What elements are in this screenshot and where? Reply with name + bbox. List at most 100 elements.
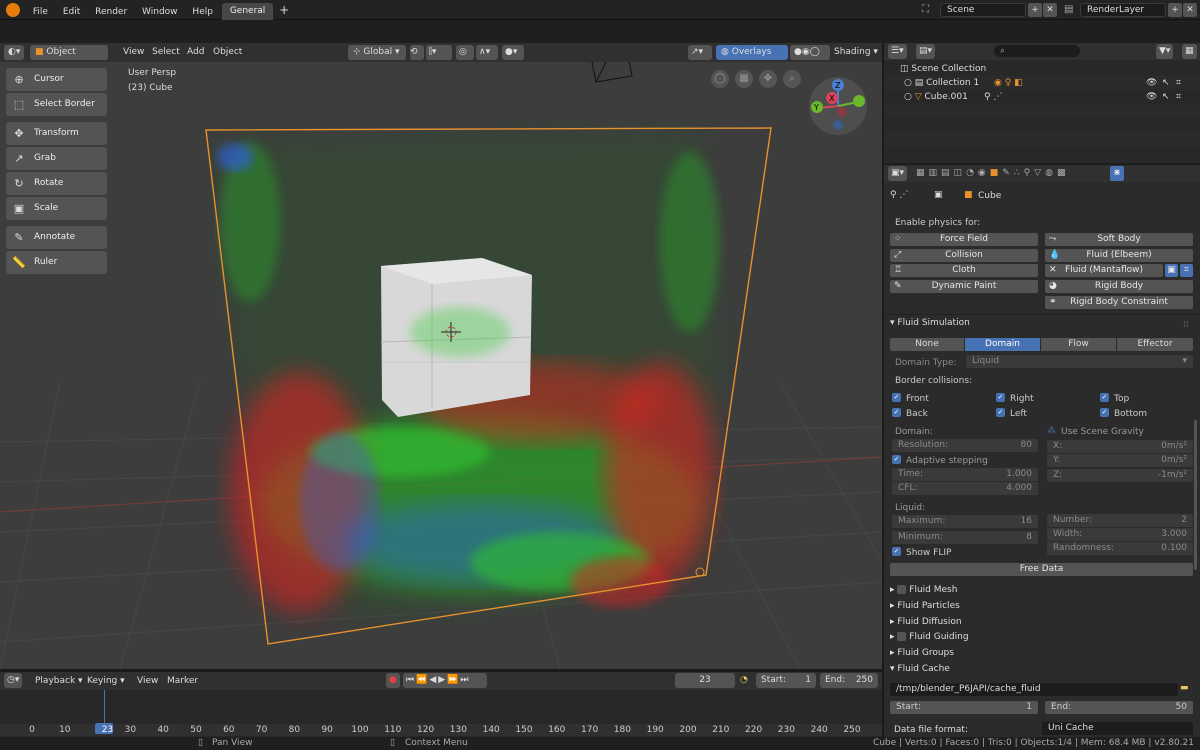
filter-icon[interactable]: ▼▾ [1156,44,1174,59]
play-icon[interactable]: ▶ [438,675,447,685]
fluid-mesh-checkbox[interactable] [897,585,907,594]
fluid-mesh-panel[interactable]: ▸ Fluid Mesh [890,583,957,597]
minimum-field[interactable]: Minimum: 8 [892,531,1038,544]
menu-object[interactable]: Object [213,46,242,59]
force-field-button[interactable]: ⁘ Force Field [890,233,1038,246]
texture-tab-icon[interactable]: ▩ [1057,168,1070,178]
navigation-gizmo[interactable]: Z Y X [808,76,868,136]
menu-playback[interactable]: Playback ▾ [35,675,83,688]
pan-view-icon[interactable]: ✥ [759,70,777,88]
show-flip-checkbox[interactable]: ✓ [892,547,901,556]
cube-object[interactable] [380,258,532,417]
cache-start-field[interactable]: Start: 1 [890,701,1038,714]
top-checkbox[interactable]: ✓ [1100,393,1109,402]
cache-end-field[interactable]: End: 50 [1045,701,1193,714]
outliner-collection-row[interactable]: ○ ▤ Collection 1 ◉ ♀ ◧ 👁 ↖ ⌗ [884,76,1200,90]
menu-window[interactable]: Window [136,2,184,22]
menu-add[interactable]: Add [187,46,204,59]
width-field[interactable]: Width: 3.000 [1047,528,1193,541]
timeline-area[interactable]: 0 10 23 30 40 50 60 70 80 90 100 110 120 130 140 150 160… [0,690,882,737]
tool-scale[interactable]: ▣ Scale [6,197,107,220]
play-reverse-icon[interactable]: ◀ [429,675,438,685]
pin-icon[interactable]: ⚲ ⋰ [890,190,908,200]
world-tab-icon[interactable]: ◉ [978,168,990,178]
fluid-guiding-checkbox[interactable] [897,632,907,641]
gravity-z-field[interactable]: Z: -1m/s² [1047,469,1193,482]
modifier-tab-icon[interactable]: ✎ [1002,168,1014,178]
right-checkbox[interactable]: ✓ [996,393,1005,402]
timeline-editor-type-icon[interactable]: ◷▾ [4,673,23,688]
tool-annotate[interactable]: ✎ Annotate [6,226,107,249]
visibility-eye-icon[interactable]: 👁 [1146,90,1157,104]
menu-select[interactable]: Select [152,46,180,59]
selectable-icon[interactable]: ↖ [1162,90,1170,104]
fluid-tab-effector[interactable]: Effector [1117,338,1193,351]
outliner-search-input[interactable]: ⌕ [994,45,1080,57]
menu-timeline-view[interactable]: View [137,675,158,688]
bottom-checkbox[interactable]: ✓ [1100,408,1109,417]
pivot-icon[interactable]: ⟲ [410,45,424,60]
gravity-checkbox-icon[interactable]: ⁂ [1047,426,1056,436]
fluid-elbeem-button[interactable]: 💧 Fluid (Elbeem) [1045,249,1193,262]
cloth-button[interactable]: ♖ Cloth [890,264,1038,277]
rigid-body-constraint-button[interactable]: ⚭ Rigid Body Constraint [1045,296,1193,309]
menu-marker[interactable]: Marker [167,675,198,688]
preview-range-icon[interactable]: ◔ [740,675,748,685]
gravity-x-field[interactable]: X: 0m/s² [1047,440,1193,453]
dynamic-paint-button[interactable]: ✎ Dynamic Paint [890,280,1038,293]
collision-button[interactable]: ⤢ Collision [890,249,1038,262]
tool-rotate[interactable]: ↻ Rotate [6,172,107,195]
time-field[interactable]: Time: 1.000 [892,468,1038,481]
record-icon[interactable]: ● [386,673,400,688]
fluid-tab-none[interactable]: None [890,338,964,351]
number-field[interactable]: Number: 2 [1047,514,1193,527]
resolution-field[interactable]: Resolution: 80 [892,439,1038,452]
end-frame-field[interactable]: End: 250 [820,673,878,688]
scene-icon[interactable]: ⛶ [922,3,936,17]
show-in-render-icon[interactable]: ⌗ [1180,264,1193,277]
camera-render-icon[interactable]: ⌗ [1176,76,1181,90]
properties-tabs[interactable]: ▦▥▤◫◔◉■✎∴⚲▽◍▩ [916,167,1116,180]
menu-keying[interactable]: Keying ▾ [87,675,125,688]
fluid-tab-flow[interactable]: Flow [1041,338,1116,351]
outliner-scene-collection[interactable]: ◫ Scene Collection [884,62,1200,76]
shading-dropdown[interactable]: Shading ▾ [834,46,878,59]
render-layer-field[interactable]: RenderLayer [1080,3,1166,17]
gizmo-toggle-icon[interactable]: ↗▾ [688,45,712,60]
workspace-tab-general[interactable]: General [221,3,274,20]
prev-keyframe-icon[interactable]: ⏪ [416,675,429,685]
tool-transform[interactable]: ✥ Transform [6,122,107,145]
fluid-particles-panel[interactable]: ▸ Fluid Particles [890,599,960,613]
data-tab-icon[interactable]: ▽ [1034,168,1045,178]
object-types-icon[interactable]: ●▾ [502,45,524,60]
overlays-button[interactable]: ◍ Overlays [716,45,788,60]
editor-type-icon[interactable]: ◐▾ [4,45,25,60]
camera-view-icon[interactable]: ◯ [711,70,729,88]
tool-grab[interactable]: ↗ Grab [6,147,107,170]
tool-select-border[interactable]: ⬚ Select Border [6,93,107,116]
menu-view[interactable]: View [123,46,144,59]
particles-tab-icon[interactable]: ∴ [1014,168,1024,178]
solid-shading-icon[interactable]: ● [794,47,802,57]
left-checkbox[interactable]: ✓ [996,408,1005,417]
drag-handle-icon[interactable]: ⁞⁞ [1183,320,1189,330]
shading-modes[interactable]: ●◉◯ [790,45,830,60]
outliner-editor-type-icon[interactable]: ☰▾ [888,44,907,59]
cache-path-input[interactable]: /tmp/blender_P6JAPI/cache_fluid [890,683,1178,696]
proportional-edit-icon[interactable]: ◎ [456,45,474,60]
show-in-viewport-icon[interactable]: ▣ [1165,264,1178,277]
object-tab-icon[interactable]: ■ [990,168,1003,178]
new-scene-icon[interactable]: + [1028,3,1042,17]
visibility-eye-icon[interactable]: 👁 [1146,76,1157,90]
back-checkbox[interactable]: ✓ [892,408,901,417]
constraints-tab-icon[interactable]: ⚲ [1024,168,1035,178]
blender-logo-icon[interactable] [6,3,20,17]
scene-field[interactable]: Scene [940,3,1026,17]
fluid-mantaflow-button[interactable]: ✕ Fluid (Mantaflow) [1045,264,1163,277]
render-layer-icon[interactable]: ▤ [1064,3,1078,17]
jump-end-icon[interactable]: ⏭ [460,675,470,685]
fluid-simulation-panel-header[interactable]: ▾ Fluid Simulation [890,316,970,330]
render-tab-icon[interactable]: ▥ [929,168,942,178]
start-frame-field[interactable]: Start: 1 [756,673,816,688]
output-tab-icon[interactable]: ▤ [941,168,954,178]
